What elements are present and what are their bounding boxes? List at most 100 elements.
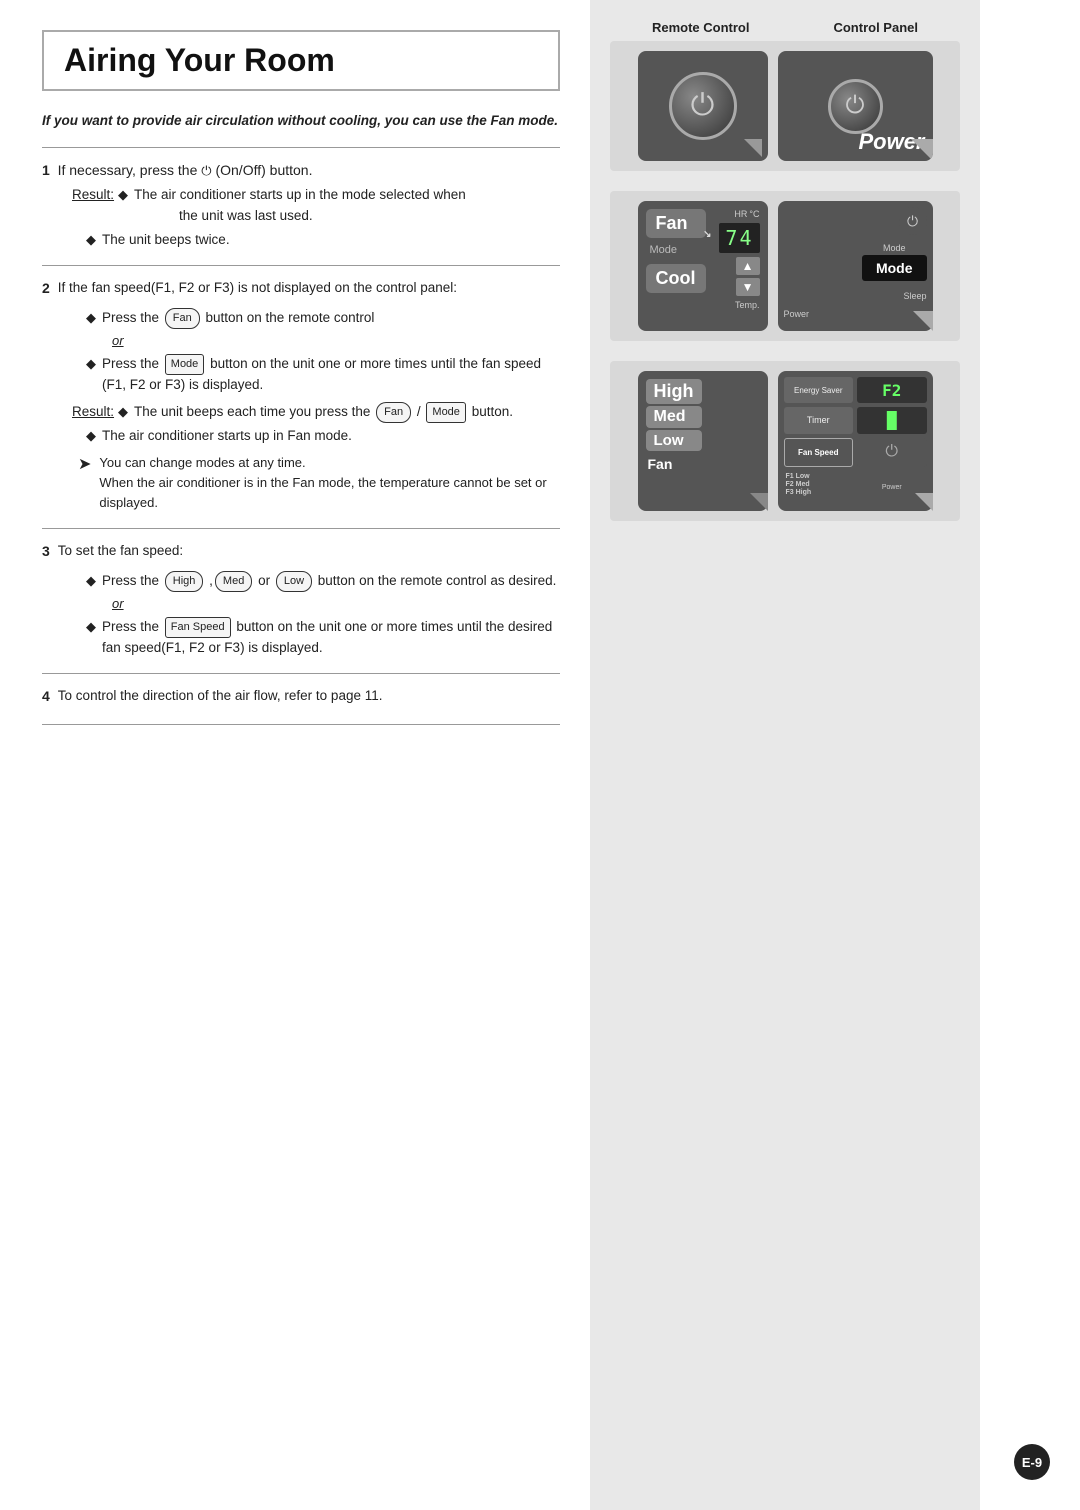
mode-btn-result[interactable]: Mode	[426, 402, 466, 423]
arrow-icon: ➤	[78, 453, 91, 478]
fan-speed-images-row: High Med Low Fan Energy Saver	[620, 371, 950, 511]
page: Airing Your Room If you want to provide …	[0, 0, 1080, 1510]
energy-label: Energy Saver	[794, 386, 842, 395]
fan-mode-panel-section: Fan ↘ Mode Cool HR°C 74	[610, 191, 960, 341]
spacer-1	[42, 724, 560, 844]
right-column: Remote Control Control Panel ⏻	[590, 0, 980, 1510]
f2-label: F2 Med	[786, 481, 852, 488]
f-legend: F1 Low F2 Med F3 High	[784, 471, 854, 505]
fanspeed-btn[interactable]: Fan Speed	[784, 438, 854, 467]
step-2-content: ◆ Press the Fan button on the remote con…	[62, 308, 560, 514]
step-2-bullet-1: ◆ Press the Fan button on the remote con…	[86, 308, 560, 329]
step-2-note: ➤ You can change modes at any time.When …	[78, 453, 560, 513]
temp-up-btn[interactable]: ▲	[736, 257, 760, 275]
fan-control-image: ⏻ Mode Mode Sleep Power	[778, 201, 933, 331]
step-2-result-2-row: ◆ The air conditioner starts up in Fan m…	[86, 426, 560, 447]
low-btn-inline[interactable]: Low	[276, 571, 312, 592]
power-speed-label: Power	[882, 484, 902, 491]
step-3-bullet-1: ◆ Press the High ,Med or Low button on t…	[86, 571, 560, 592]
section-4: 4 To control the direction of the air fl…	[42, 673, 560, 724]
step-4-text: To control the direction of the air flow…	[58, 688, 383, 703]
remote-power-btn: ⏻	[669, 72, 737, 140]
low-label-btn: Low	[646, 430, 702, 451]
step-2-result-1: The unit beeps each time you press the F…	[134, 402, 513, 423]
power-btn-row: ⏻	[784, 207, 927, 235]
fan-button-inline[interactable]: Fan	[165, 308, 200, 329]
mode-btn-container: Mode Mode	[862, 243, 927, 281]
speed-arrow	[750, 493, 768, 511]
high-btn-inline[interactable]: High	[165, 571, 204, 592]
cool-label: Cool	[646, 264, 706, 293]
f1-label: F1 Low	[786, 473, 852, 480]
step-3-number: 3	[42, 543, 50, 559]
step-2-number: 2	[42, 280, 50, 296]
step-1-number: 1 If necessary, press the ⏻ (On/Off) but…	[42, 162, 560, 179]
temperature-display: 74	[719, 223, 759, 253]
page-number: E-9	[1022, 1455, 1042, 1470]
med-label-btn: Med	[646, 406, 702, 428]
med-btn-inline[interactable]: Med	[215, 571, 252, 592]
display-panel-f2: F2	[857, 377, 927, 403]
left-column: Airing Your Room If you want to provide …	[0, 0, 590, 1510]
power-panel-section: Remote Control Control Panel ⏻	[610, 20, 960, 171]
page-number-badge: E-9	[1014, 1444, 1050, 1480]
control-power-btn: ⏻	[828, 79, 883, 134]
step-2-result-2: The air conditioner starts up in Fan mod…	[102, 426, 352, 447]
power-btn-speed[interactable]: ⏻	[857, 438, 927, 467]
step-1-main: If necessary, press the ⏻ (On/Off) butto…	[58, 162, 313, 178]
fan-speed-panel-section: High Med Low Fan Energy Saver	[610, 361, 960, 521]
control-power-image: ⏻ Power	[778, 51, 933, 161]
speed-control-image: Energy Saver F2 Timer █	[778, 371, 933, 511]
temp-down-btn[interactable]: ▼	[736, 278, 760, 296]
panel1-labels: Remote Control Control Panel	[610, 20, 960, 35]
title-box: Airing Your Room	[42, 30, 560, 91]
fanspeed-btn-inline[interactable]: Fan Speed	[165, 617, 231, 638]
fan-display-area: HR°C 74 ▲ ▼ Temp.	[719, 209, 759, 310]
fan-remote-image: Fan ↘ Mode Cool HR°C 74	[638, 201, 768, 331]
timer-btn[interactable]: Timer	[784, 407, 854, 433]
display-panel-f2-2: █	[857, 407, 927, 433]
power-icon-control: ⏻	[846, 92, 865, 120]
energy-saver-btn[interactable]: Energy Saver	[784, 377, 854, 403]
f3-label: F3 High	[786, 489, 852, 496]
step-1-content: Result: ◆ The air conditioner starts up …	[62, 185, 560, 251]
fan-btn-result[interactable]: Fan	[376, 402, 411, 423]
power-images-row: ⏻ ⏻ Power	[620, 51, 950, 161]
fan-mode-images-row: Fan ↘ Mode Cool HR°C 74	[620, 201, 950, 331]
f2-display: F2	[882, 381, 901, 400]
fan-label-speed: Fan	[646, 456, 702, 472]
power-circle-btn[interactable]: ⏻	[899, 207, 927, 235]
step-2-bullet-2: ◆ Press the Mode button on the unit one …	[86, 354, 560, 396]
step-1-result-2-row: ◆ The unit beeps twice.	[86, 230, 560, 251]
speed-remote-image: High Med Low Fan	[638, 371, 768, 511]
hr-unit: HR°C	[734, 209, 759, 219]
or-line-2: or	[112, 594, 560, 614]
power-small-label: Power	[784, 309, 810, 319]
step-1-result-1: The air conditioner starts up in the mod…	[134, 185, 466, 227]
step-2-main: If the fan speed(F1, F2 or F3) is not di…	[58, 280, 457, 295]
intro-text: If you want to provide air circulation w…	[42, 111, 560, 131]
fan-speed-panel-box: High Med Low Fan Energy Saver	[610, 361, 960, 521]
result-label-1: Result:	[72, 185, 114, 206]
mode-small-label: Mode	[883, 243, 906, 253]
sleep-label: Sleep	[903, 291, 926, 301]
power-label-row: Power	[784, 309, 927, 319]
mode-button-inline-1[interactable]: Mode	[165, 354, 205, 375]
mode-btn-row: Mode Mode	[784, 243, 927, 281]
result-label-2: Result:	[72, 402, 114, 423]
section-2: 2 If the fan speed(F1, F2 or F3) is not …	[42, 265, 560, 528]
high-label-btn: High	[646, 379, 702, 404]
fanspeed-label: Fan Speed	[798, 448, 838, 457]
step-3-content: ◆ Press the High ,Med or Low button on t…	[62, 571, 560, 659]
mode-main-btn[interactable]: Mode	[862, 255, 927, 281]
remote-control-label: Remote Control	[652, 20, 750, 35]
page-title: Airing Your Room	[64, 42, 538, 79]
panel2-arrow	[913, 311, 933, 331]
speed-panel-arrow	[915, 493, 933, 511]
fan-labels: Fan ↘ Mode Cool	[646, 209, 706, 293]
section-3: 3 To set the fan speed: ◆ Press the High…	[42, 528, 560, 673]
f2-display-2: █	[887, 411, 897, 430]
step-1-result-row: Result: ◆ The air conditioner starts up …	[72, 185, 560, 227]
fan-mode-panel-box: Fan ↘ Mode Cool HR°C 74	[610, 191, 960, 341]
mode-sublabel: Mode	[646, 244, 706, 256]
